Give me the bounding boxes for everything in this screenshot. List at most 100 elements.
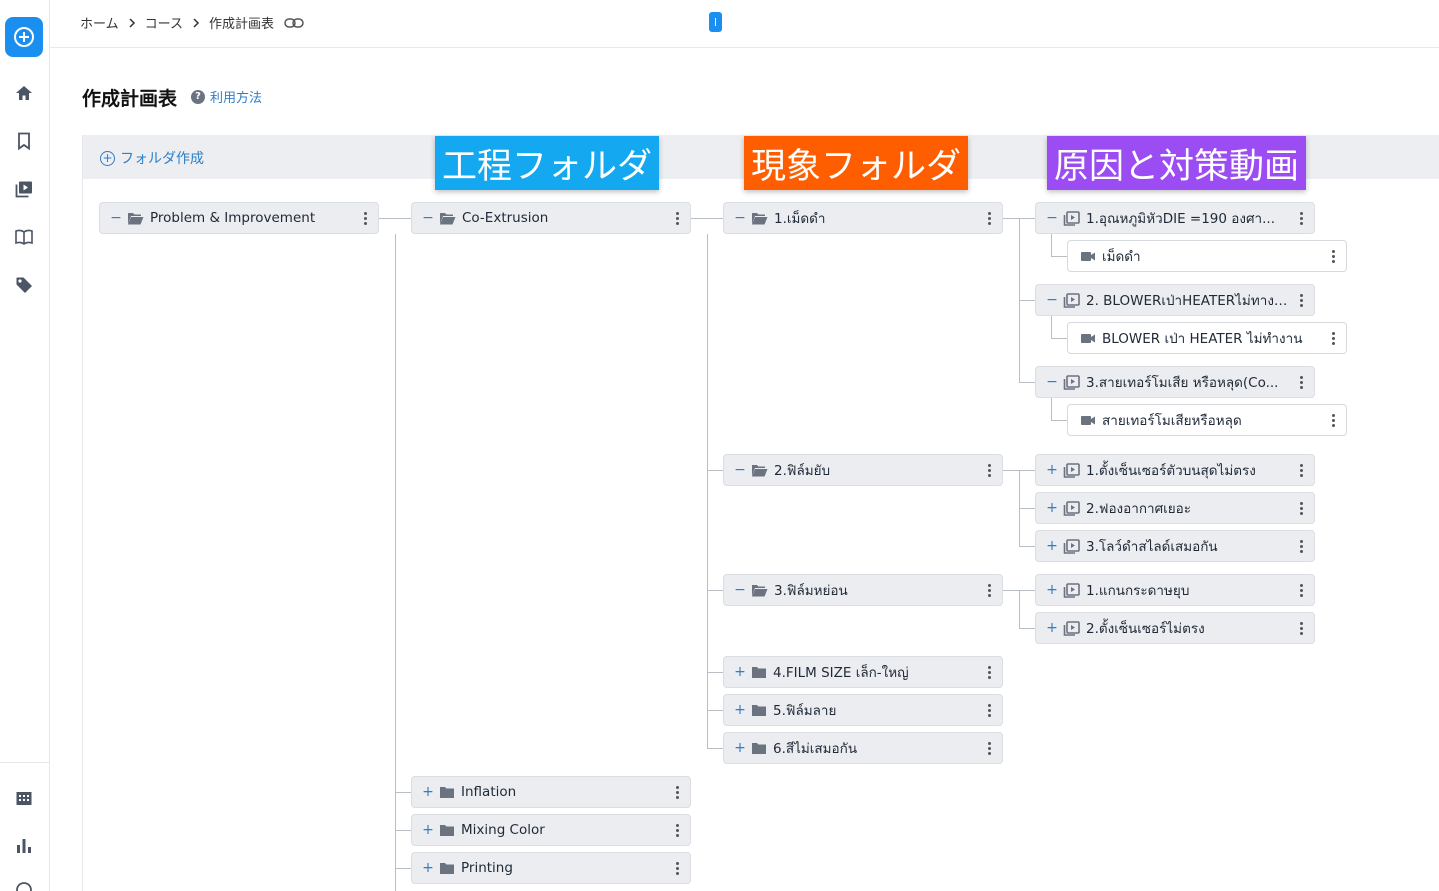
tree-node-cause[interactable]: + 1.ตั้งเซ็นเซอร์ตัวบนสุดไม่ตรง — [1035, 454, 1315, 486]
tree-node-phenomenon[interactable]: − 2.ฟิล์มยับ — [723, 454, 1003, 486]
more-vertical-icon[interactable] — [1288, 463, 1314, 477]
expand-toggle[interactable]: + — [734, 665, 746, 679]
video-camera-icon — [1080, 415, 1096, 426]
tree-node-phenomenon[interactable]: − 3.ฟิล์มหย่อน — [723, 574, 1003, 606]
collapse-toggle[interactable]: − — [1046, 375, 1058, 389]
more-vertical-icon[interactable] — [352, 211, 378, 225]
home-icon[interactable] — [12, 81, 36, 105]
chevron-right-icon — [192, 17, 200, 28]
expand-toggle[interactable]: + — [422, 823, 434, 837]
tree-connector — [1019, 300, 1035, 301]
breadcrumb-home[interactable]: ホーム — [80, 13, 119, 32]
tree-node-cause[interactable]: + 3.โลว์ดำสไลด์เสมอกัน — [1035, 530, 1315, 562]
tree-node-process[interactable]: + Inflation — [411, 776, 691, 808]
tree-node-video[interactable]: BLOWER เป่า HEATER ไม่ทำงาน — [1067, 322, 1347, 354]
folder-icon — [439, 862, 455, 875]
help-link[interactable]: ? 利用方法 — [191, 87, 262, 106]
tree-node-cause[interactable]: + 1.แกนกระดาษยุบ — [1035, 574, 1315, 606]
more-vertical-icon[interactable] — [1320, 331, 1346, 345]
add-button[interactable] — [5, 17, 43, 57]
building-icon[interactable] — [12, 786, 36, 810]
tree-node-cause[interactable]: − 2. BLOWERเป่าHEATERไม่ทางาน — [1035, 284, 1315, 316]
video-library-icon[interactable] — [12, 177, 36, 201]
collapse-toggle[interactable]: − — [734, 583, 746, 597]
more-vertical-icon[interactable] — [1288, 539, 1314, 553]
expand-toggle[interactable]: + — [1046, 621, 1058, 635]
more-vertical-icon[interactable] — [976, 703, 1002, 717]
more-vertical-icon[interactable] — [1288, 211, 1314, 225]
more-vertical-icon[interactable] — [976, 583, 1002, 597]
more-vertical-icon[interactable] — [664, 211, 690, 225]
expand-toggle[interactable]: + — [422, 785, 434, 799]
chevron-right-icon — [128, 17, 136, 28]
more-vertical-icon[interactable] — [1288, 501, 1314, 515]
collapse-toggle[interactable]: − — [1046, 211, 1058, 225]
breadcrumb-course[interactable]: コース — [145, 13, 183, 32]
collapse-toggle[interactable]: − — [734, 463, 746, 477]
bar-chart-icon[interactable] — [12, 834, 36, 858]
tree-node-cause[interactable]: − 3.สายเทอร์โมเสีย หรือหลุด(Co... — [1035, 366, 1315, 398]
folder-icon — [439, 786, 455, 799]
tree-node-phenomenon[interactable]: + 4.FILM SIZE เล็ก-ใหญ่ — [723, 656, 1003, 688]
tree-node-root[interactable]: − Problem & Improvement — [99, 202, 379, 234]
collapse-toggle[interactable]: − — [110, 211, 122, 225]
tree-node-process[interactable]: + Printing — [411, 852, 691, 884]
more-vertical-icon[interactable] — [1288, 583, 1314, 597]
book-icon[interactable] — [12, 225, 36, 249]
tree-node-cause[interactable]: + 2.ฟองอากาศเยอะ — [1035, 492, 1315, 524]
expand-toggle[interactable]: + — [1046, 583, 1058, 597]
tree-node-process[interactable]: + Mixing Color — [411, 814, 691, 846]
expand-toggle[interactable]: + — [1046, 501, 1058, 515]
node-label: 4.FILM SIZE เล็ก-ใหญ่ — [773, 665, 909, 681]
tree-node-process[interactable]: − Co-Extrusion — [411, 202, 691, 234]
more-vertical-icon[interactable] — [976, 741, 1002, 755]
more-vertical-icon[interactable] — [976, 665, 1002, 679]
more-vertical-icon[interactable] — [976, 211, 1002, 225]
tree-node-video[interactable]: สายเทอร์โมเสียหรือหลุด — [1067, 404, 1347, 436]
tree-connector — [395, 830, 411, 831]
create-folder-button[interactable]: + フォルダ作成 — [100, 148, 204, 168]
node-label: 1.อุณหภูมิหัวDIE =190 องศา... — [1086, 211, 1275, 227]
folder-open-icon — [751, 464, 768, 477]
more-vertical-icon[interactable] — [1288, 375, 1314, 389]
folder-open-icon — [439, 212, 456, 225]
folder-icon — [439, 824, 455, 837]
collapse-toggle[interactable]: − — [422, 211, 434, 225]
more-vertical-icon[interactable] — [664, 823, 690, 837]
collapse-toggle[interactable]: − — [1046, 293, 1058, 307]
more-vertical-icon[interactable] — [1288, 293, 1314, 307]
more-vertical-icon[interactable] — [976, 463, 1002, 477]
sidebar-divider — [0, 762, 50, 763]
more-vertical-icon[interactable] — [1320, 249, 1346, 263]
node-label: 2.ฟิล์มยับ — [774, 463, 831, 479]
tree-node-phenomenon[interactable]: − 1.เม็ดดำ — [723, 202, 1003, 234]
collapse-toggle[interactable]: − — [734, 211, 746, 225]
create-folder-label: フォルダ作成 — [120, 151, 204, 167]
tree-node-video[interactable]: เม็ดดำ — [1067, 240, 1347, 272]
expand-toggle[interactable]: + — [734, 703, 746, 717]
video-camera-icon — [1080, 251, 1096, 262]
tag-icon[interactable] — [12, 273, 36, 297]
tree-node-cause[interactable]: − 1.อุณหภูมิหัวDIE =190 องศา... — [1035, 202, 1315, 234]
link-icon[interactable] — [284, 17, 304, 29]
node-label: Co-Extrusion — [462, 210, 549, 226]
tree-node-cause[interactable]: + 2.ตั้งเซ็นเซอร์ไม่ตรง — [1035, 612, 1315, 644]
video-folder-icon — [1063, 620, 1080, 636]
more-vertical-icon[interactable] — [1320, 413, 1346, 427]
folder-open-icon — [127, 212, 144, 225]
more-vertical-icon[interactable] — [664, 861, 690, 875]
label-process-folder: 工程フォルダ — [435, 136, 660, 190]
node-label: Printing — [461, 860, 513, 876]
more-vertical-icon[interactable] — [1288, 621, 1314, 635]
sidebar — [0, 0, 50, 891]
expand-toggle[interactable]: + — [734, 741, 746, 755]
expand-toggle[interactable]: + — [1046, 539, 1058, 553]
expand-toggle[interactable]: + — [1046, 463, 1058, 477]
tree-node-phenomenon[interactable]: + 6.สีไม่เสมอกัน — [723, 732, 1003, 764]
tree-node-phenomenon[interactable]: + 5.ฟิล์มลาย — [723, 694, 1003, 726]
bookmark-icon[interactable] — [12, 129, 36, 153]
more-vertical-icon[interactable] — [664, 785, 690, 799]
expand-toggle[interactable]: + — [422, 861, 434, 875]
question-icon: ? — [191, 89, 205, 104]
settings-icon[interactable] — [12, 878, 36, 891]
